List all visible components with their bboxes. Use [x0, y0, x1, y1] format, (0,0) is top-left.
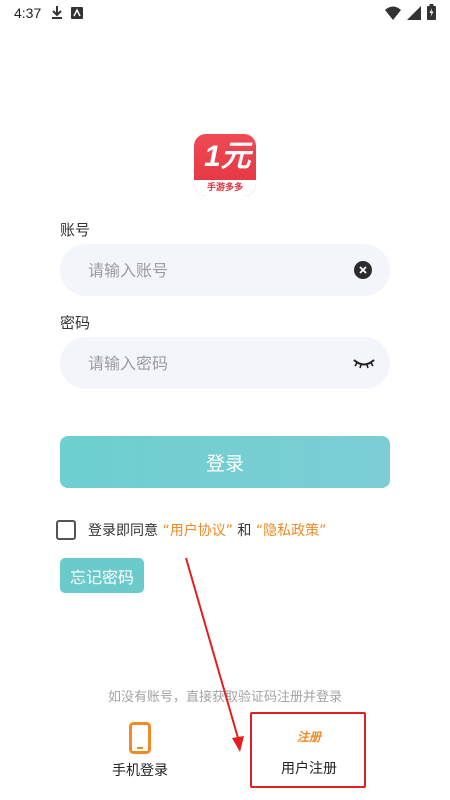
app-notification-icon: [71, 4, 84, 23]
battery-charging-icon: [427, 4, 436, 24]
register-icon: 注册: [296, 730, 321, 744]
status-icons-left: [51, 4, 84, 23]
app-logo: 1元 手游多多: [194, 134, 256, 196]
user-register-option[interactable]: 注册 用户注册: [249, 722, 369, 778]
logo-main-text: 1元: [204, 140, 251, 173]
user-agreement-link[interactable]: “用户协议”: [162, 523, 233, 539]
phone-login-label: 手机登录: [112, 763, 168, 779]
password-input-wrap: [60, 337, 390, 389]
user-register-label: 用户注册: [281, 761, 337, 777]
password-input[interactable]: [88, 337, 338, 389]
password-label: 密码: [60, 314, 91, 332]
agreement-text: 登录即同意 “用户协议” 和 “隐私政策”: [88, 520, 326, 540]
clear-icon[interactable]: [354, 261, 372, 279]
logo-sub-text: 手游多多: [194, 180, 256, 196]
cellular-signal-icon: [407, 5, 421, 24]
account-input[interactable]: [88, 244, 338, 296]
agreement-checkbox[interactable]: [56, 520, 76, 540]
status-icons-right: [385, 4, 436, 24]
agreement-row: 登录即同意 “用户协议” 和 “隐私政策”: [56, 520, 326, 540]
login-button[interactable]: 登录: [60, 436, 390, 488]
privacy-policy-link[interactable]: “隐私政策”: [256, 523, 327, 539]
eye-closed-icon[interactable]: [352, 353, 376, 373]
agreement-conjunction: 和: [237, 523, 252, 539]
phone-icon: [80, 722, 200, 754]
phone-login-option[interactable]: 手机登录: [80, 722, 200, 780]
annotation-arrow: [185, 557, 244, 752]
agreement-prefix: 登录即同意: [88, 523, 158, 539]
account-input-wrap: [60, 244, 390, 296]
account-label: 账号: [60, 221, 91, 239]
status-time: 4:37: [14, 5, 42, 21]
wifi-icon: [385, 5, 401, 24]
forgot-password-button[interactable]: 忘记密码: [60, 558, 145, 593]
status-bar: 4:37: [0, 0, 450, 26]
download-icon: [51, 4, 63, 23]
register-hint: 如没有账号，直接获取验证码注册并登录: [107, 690, 342, 705]
